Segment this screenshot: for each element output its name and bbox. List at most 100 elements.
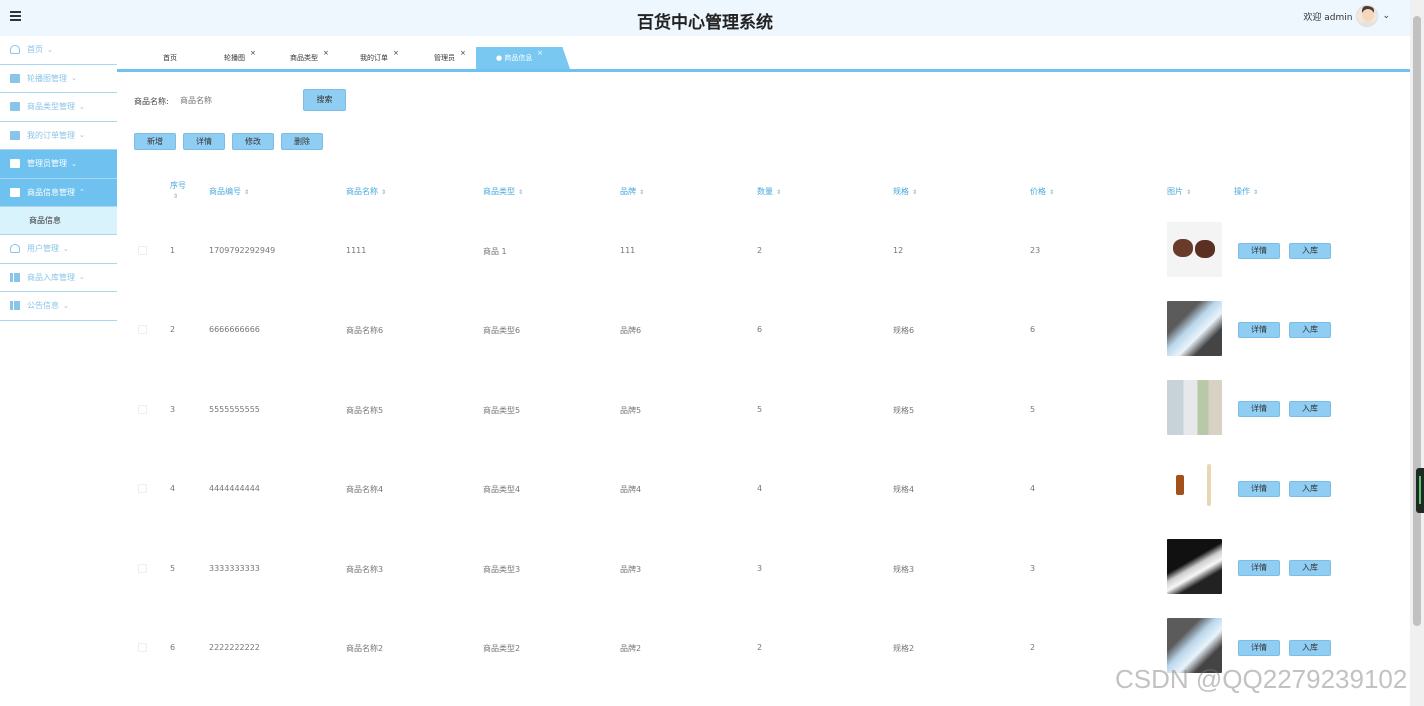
column-header-image[interactable]: 图片 ⇕ — [1167, 186, 1191, 197]
cell-index: 3 — [170, 405, 176, 414]
column-header-actions[interactable]: 操作 ⇕ — [1234, 186, 1258, 197]
tab-bar: 首页 轮播图 × 商品类型 × 我的订单 × 管理员 × ● 商品信息 × — [117, 47, 1410, 72]
row-checkbox[interactable] — [138, 484, 147, 493]
row-stock-in-button[interactable]: 入库 — [1289, 322, 1331, 338]
cell-name: 商品名称6 — [346, 326, 384, 335]
sort-icon[interactable]: ⇕ — [776, 189, 781, 196]
sidebar-subitem-product-info[interactable]: 商品信息 — [0, 207, 117, 235]
column-header-index[interactable]: 序号 ⇕ — [170, 180, 186, 200]
search-input[interactable] — [180, 91, 290, 109]
row-detail-button[interactable]: 详情 — [1238, 322, 1280, 338]
close-icon[interactable]: × — [323, 42, 329, 64]
cell-type: 商品类型6 — [483, 326, 521, 335]
page-scrollbar[interactable] — [1410, 0, 1424, 706]
column-header-code[interactable]: 商品编号 ⇕ — [209, 186, 249, 197]
sidebar-item-label: 公告信息 — [27, 301, 59, 311]
chevron-down-icon: ⌄ — [47, 45, 53, 54]
header-label: 序号 — [170, 181, 186, 190]
sidebar-item-carousel[interactable]: 轮播图管理 ⌄ — [0, 65, 117, 93]
edit-button[interactable]: 修改 — [232, 133, 274, 150]
sort-icon[interactable]: ⇕ — [173, 193, 178, 200]
tab-product-type[interactable]: 商品类型 × — [290, 47, 340, 69]
cell-brand: 品牌5 — [620, 406, 642, 415]
sort-icon[interactable]: ⇕ — [1049, 189, 1054, 196]
close-icon[interactable]: × — [460, 42, 466, 64]
sort-icon[interactable]: ⇕ — [639, 189, 644, 196]
user-menu[interactable]: 欢迎 admin ⌄ — [1303, 4, 1390, 28]
side-widget-icon[interactable] — [1416, 468, 1424, 513]
column-header-type[interactable]: 商品类型 ⇕ — [483, 186, 523, 197]
row-detail-button[interactable]: 详情 — [1238, 640, 1280, 656]
product-image[interactable] — [1167, 380, 1222, 435]
row-checkbox[interactable] — [138, 564, 147, 573]
sidebar-item-notices[interactable]: 公告信息 ⌄ — [0, 292, 117, 321]
cell-code: 2222222222 — [209, 643, 260, 652]
row-stock-in-button[interactable]: 入库 — [1289, 640, 1331, 656]
cell-price: 3 — [1030, 564, 1036, 573]
close-icon[interactable]: × — [250, 42, 256, 64]
sidebar-item-home[interactable]: 首页 ⌄ — [0, 36, 117, 65]
header-label: 数量 — [757, 187, 773, 196]
sidebar-item-label: 我的订单管理 — [27, 130, 75, 140]
column-header-qty[interactable]: 数量 ⇕ — [757, 186, 781, 197]
cell-index: 1 — [170, 246, 176, 255]
row-checkbox[interactable] — [138, 325, 147, 334]
tab-carousel[interactable]: 轮播图 × — [224, 47, 264, 69]
column-header-brand[interactable]: 品牌 ⇕ — [620, 186, 644, 197]
scrollbar-thumb[interactable] — [1413, 16, 1421, 626]
sidebar-item-label: 用户管理 — [27, 244, 59, 254]
sort-icon[interactable]: ⇕ — [1186, 189, 1191, 196]
row-detail-button[interactable]: 详情 — [1238, 401, 1280, 417]
notice-icon — [10, 301, 20, 311]
cell-qty: 2 — [757, 246, 763, 255]
product-image[interactable] — [1167, 459, 1222, 514]
cell-qty: 2 — [757, 643, 763, 652]
tab-home[interactable]: 首页 — [163, 47, 177, 69]
chevron-down-icon: ⌄ — [79, 102, 85, 111]
row-stock-in-button[interactable]: 入库 — [1289, 560, 1331, 576]
tab-orders[interactable]: 我的订单 × — [360, 47, 410, 69]
sort-icon[interactable]: ⇕ — [518, 189, 523, 196]
tab-label: 商品类型 — [290, 54, 318, 62]
column-header-spec[interactable]: 规格 ⇕ — [893, 186, 917, 197]
detail-button[interactable]: 详情 — [183, 133, 225, 150]
add-button[interactable]: 新增 — [134, 133, 176, 150]
close-icon[interactable]: × — [393, 42, 399, 64]
delete-button[interactable]: 删除 — [281, 133, 323, 150]
cell-code: 1709792292949 — [209, 246, 276, 255]
sort-icon[interactable]: ⇕ — [381, 189, 386, 196]
welcome-text: 欢迎 admin — [1303, 12, 1353, 23]
row-stock-in-button[interactable]: 入库 — [1289, 243, 1331, 259]
row-checkbox[interactable] — [138, 405, 147, 414]
sidebar-item-users[interactable]: 用户管理 ⌄ — [0, 235, 117, 264]
sidebar: 首页 ⌄ 轮播图管理 ⌄ 商品类型管理 ⌄ 我的订单管理 ⌄ 管理员管理 ⌄ 商… — [0, 36, 117, 706]
product-image[interactable] — [1167, 301, 1222, 356]
row-detail-button[interactable]: 详情 — [1238, 560, 1280, 576]
column-header-name[interactable]: 商品名称 ⇕ — [346, 186, 386, 197]
sort-icon[interactable]: ⇕ — [1253, 189, 1258, 196]
sort-icon[interactable]: ⇕ — [244, 189, 249, 196]
sidebar-item-orders[interactable]: 我的订单管理 ⌄ — [0, 122, 117, 150]
sidebar-item-admins[interactable]: 管理员管理 ⌄ — [0, 150, 117, 179]
sort-icon[interactable]: ⇕ — [912, 189, 917, 196]
sidebar-item-stock-in[interactable]: 商品入库管理 ⌄ — [0, 264, 117, 292]
row-checkbox[interactable] — [138, 643, 147, 652]
sidebar-item-product-info[interactable]: 商品信息管理 ⌃ — [0, 178, 117, 207]
tab-product-info[interactable]: ● 商品信息 × — [476, 47, 570, 69]
column-header-price[interactable]: 价格 ⇕ — [1030, 186, 1054, 197]
product-image[interactable] — [1167, 222, 1222, 277]
row-stock-in-button[interactable]: 入库 — [1289, 401, 1331, 417]
search-label: 商品名称: — [134, 97, 169, 106]
tab-label: 管理员 — [434, 54, 455, 62]
close-icon[interactable]: × — [537, 47, 543, 64]
search-button[interactable]: 搜索 — [303, 89, 346, 111]
chevron-down-icon[interactable]: ⌄ — [1382, 11, 1390, 21]
row-stock-in-button[interactable]: 入库 — [1289, 481, 1331, 497]
product-image[interactable] — [1167, 539, 1222, 594]
row-detail-button[interactable]: 详情 — [1238, 243, 1280, 259]
row-detail-button[interactable]: 详情 — [1238, 481, 1280, 497]
tab-admins[interactable]: 管理员 × — [434, 47, 474, 69]
sidebar-item-product-type[interactable]: 商品类型管理 ⌄ — [0, 93, 117, 122]
avatar[interactable] — [1356, 5, 1379, 27]
row-checkbox[interactable] — [138, 246, 147, 255]
